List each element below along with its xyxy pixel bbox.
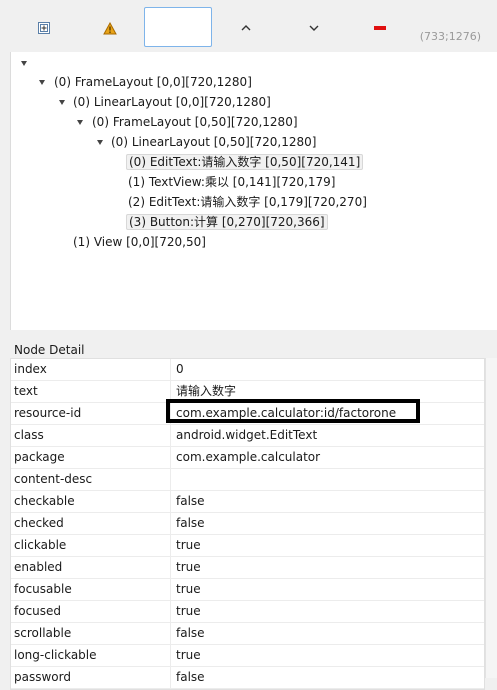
tree-expand-icon[interactable] [59,100,65,105]
hierarchy-tree[interactable]: (0) FrameLayout [0,0][720,1280] (0) Line… [10,52,497,330]
tree-node-label: (1) View [0,0][720,50] [73,235,206,249]
detail-value [171,469,484,490]
detail-row[interactable]: resource-id com.example.calculator:id/fac… [11,403,484,425]
detail-value: false [176,516,205,530]
tree-node-label: (0) FrameLayout [0,50][720,1280] [92,115,298,129]
detail-key: text [11,381,171,402]
warning-button[interactable] [90,8,130,48]
detail-key: package [11,447,171,468]
detail-key: index [11,359,171,380]
previous-icon [241,25,251,31]
detail-key: enabled [11,557,171,578]
tree-node[interactable]: (2) EditText:请输入数字 [0,179][720,270] [128,193,367,211]
detail-row[interactable]: content-desc [11,469,484,491]
detail-key: class [11,425,171,446]
detail-value: com.example.calculator:id/factorone [176,406,397,420]
detail-table: index 0 text 请输入数字 resource-id com.example.… [10,358,485,690]
detail-key: resource-id [11,403,171,424]
detail-row[interactable]: clickable true [11,535,484,557]
detail-key: password [11,667,171,688]
detail-key: clickable [11,535,171,556]
tree-expand-icon[interactable] [77,120,83,125]
tree-node[interactable]: (0) LinearLayout [0,0][720,1280] [73,93,271,111]
tree-node-label: (0) LinearLayout [0,50][720,1280] [111,135,317,149]
detail-key: long-clickable [11,645,171,666]
detail-key: checked [11,513,171,534]
expand-all-button[interactable] [24,8,64,48]
detail-value: false [176,670,205,684]
detail-value: com.example.calculator [176,450,321,464]
detail-row[interactable]: focusable true [11,579,484,601]
previous-button[interactable] [226,8,266,48]
detail-row[interactable]: checkable false [11,491,484,513]
node-detail-panel: Node Detail index 0 text 请输入数字 resource-id… [10,340,497,690]
tree-node-label: (3) Button:计算 [0,270][720,366] [126,214,328,230]
detail-value: 0 [176,362,184,376]
detail-key: checkable [11,491,171,512]
toolbar: (733;1276) [0,0,497,52]
search-input[interactable] [144,7,212,47]
detail-row[interactable]: package com.example.calculator [11,447,484,469]
tree-node-label: (1) TextView:乘以 [0,141][720,179] [128,175,336,189]
detail-key: focused [11,601,171,622]
detail-value: android.widget.EditText [176,428,318,442]
detail-scrollbar[interactable] [485,358,497,678]
detail-value: true [176,648,201,662]
detail-row[interactable]: password false [11,667,484,689]
tree-node-selected[interactable]: (0) EditText:请输入数字 [0,50][720,141] [126,153,364,171]
tree-expand-icon[interactable] [39,80,45,85]
detail-value: true [176,582,201,596]
tree-node[interactable]: (1) View [0,0][720,50] [73,233,206,251]
detail-title: Node Detail [14,343,85,357]
tree-node-label: (0) EditText:请输入数字 [0,50][720,141] [126,154,364,170]
detail-row[interactable]: index 0 [11,359,484,381]
tree-node[interactable]: (0) LinearLayout [0,50][720,1280] [111,133,316,151]
root-expand-icon[interactable] [21,61,27,66]
tree-node[interactable]: (0) FrameLayout [0,50][720,1280] [92,113,298,131]
coordinate-readout: (733;1276) [419,30,481,43]
tree-node[interactable]: (3) Button:计算 [0,270][720,366] [126,213,328,231]
tree-node[interactable]: (0) FrameLayout [0,0][720,1280] [54,73,252,91]
detail-value: 请输入数字 [176,384,237,398]
detail-row[interactable]: focused true [11,601,484,623]
tree-node-label: (0) LinearLayout [0,0][720,1280] [73,95,271,109]
detail-key: scrollable [11,623,171,644]
detail-row[interactable]: scrollable false [11,623,484,645]
panel-divider[interactable] [0,330,497,340]
warning-icon [103,21,117,34]
detail-row[interactable]: class android.widget.EditText [11,425,484,447]
detail-value: true [176,604,201,618]
expand-all-icon [38,22,50,34]
detail-row[interactable]: enabled true [11,557,484,579]
next-button[interactable] [294,8,334,48]
detail-row[interactable]: text 请输入数字 [11,381,484,403]
detail-value: false [176,494,205,508]
detail-value: true [176,560,201,574]
tree-expand-icon[interactable] [97,140,103,145]
next-icon [309,25,319,31]
detail-key: focusable [11,579,171,600]
remove-icon [374,26,386,30]
detail-value: true [176,538,201,552]
tree-node-label: (0) FrameLayout [0,0][720,1280] [54,75,252,89]
detail-row[interactable]: long-clickable true [11,645,484,667]
tree-node-label: (2) EditText:请输入数字 [0,179][720,270] [128,195,367,209]
detail-value: false [176,626,205,640]
remove-button[interactable] [360,8,400,48]
detail-key: content-desc [11,469,171,490]
detail-row[interactable]: checked false [11,513,484,535]
tree-node[interactable]: (1) TextView:乘以 [0,141][720,179] [128,173,335,191]
